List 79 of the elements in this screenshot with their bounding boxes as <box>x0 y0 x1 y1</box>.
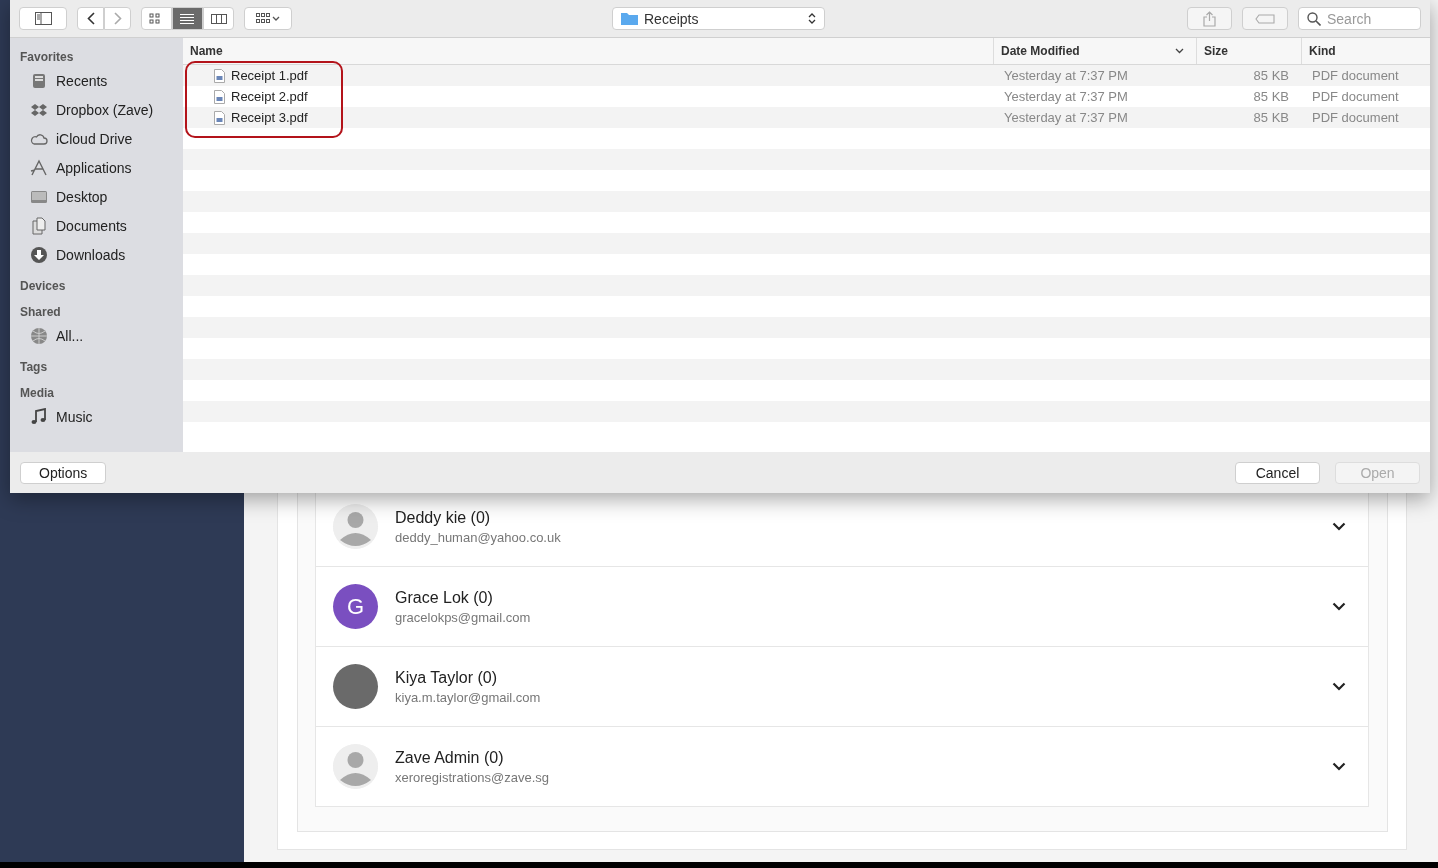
file-name: Receipt 3.pdf <box>231 110 308 125</box>
share-icon <box>1203 10 1216 27</box>
sidebar-item[interactable]: All... <box>20 321 183 350</box>
chevron-down-icon[interactable] <box>1332 522 1346 531</box>
file-size: 85 KB <box>1252 110 1290 125</box>
avatar: G <box>333 584 378 629</box>
sidebar-heading: Devices <box>20 278 67 293</box>
column-header[interactable]: Size <box>1196 38 1301 64</box>
dialog-button[interactable]: Cancel <box>1235 461 1320 484</box>
download-icon <box>30 245 48 264</box>
file-size: 85 KB <box>1252 68 1290 83</box>
sidebar-heading: Favorites <box>20 49 75 64</box>
documents-icon <box>30 216 48 235</box>
contact-email: xeroregistrations@zave.sg <box>395 769 551 785</box>
file-date: Yesterday at 7:37 PM <box>1003 68 1129 83</box>
arrange-button[interactable] <box>244 7 292 30</box>
file-row[interactable]: Receipt 1.pdf Yesterday at 7:37 PM 85 KB PDF document <box>183 65 1430 86</box>
compass-icon <box>30 158 48 177</box>
sidebar-item[interactable]: Dropbox (Zave) <box>20 95 183 124</box>
globe-icon <box>30 326 48 345</box>
pdf-file-icon <box>214 110 225 125</box>
updown-caret-icon <box>808 12 816 25</box>
sidebar-item[interactable]: iCloud Drive <box>20 124 183 153</box>
sidebar-heading: Tags <box>20 359 49 374</box>
view-mode-button[interactable] <box>203 7 234 30</box>
location-popup[interactable]: Receipts <box>612 7 825 30</box>
file-name: Receipt 1.pdf <box>231 68 308 83</box>
sidebar-item[interactable]: Downloads <box>20 240 183 269</box>
chevron-right-icon <box>113 12 122 25</box>
chevron-down-icon[interactable] <box>1332 762 1346 771</box>
file-kind: PDF document <box>1311 68 1400 83</box>
column-header[interactable]: Name <box>183 38 993 64</box>
music-note-icon <box>30 407 48 426</box>
sidebar-heading: Media <box>20 385 55 400</box>
view-mode-button[interactable] <box>172 7 203 30</box>
tag-icon <box>1255 13 1275 24</box>
file-date: Yesterday at 7:37 PM <box>1003 89 1129 104</box>
contact-email: kiya.m.taylor@gmail.com <box>395 689 542 705</box>
photo-placeholder <box>333 664 378 709</box>
column-header[interactable]: Date Modified <box>993 38 1196 64</box>
file-row[interactable]: Receipt 3.pdf Yesterday at 7:37 PM 85 KB PDF document <box>183 107 1430 128</box>
sidebar-icon <box>34 12 52 25</box>
file-kind: PDF document <box>1311 89 1400 104</box>
list-view-icon <box>179 12 196 25</box>
contact-name: Kiya Taylor (0) <box>395 668 498 687</box>
sidebar-item[interactable]: Recents <box>20 66 183 95</box>
contact-email: deddy_human@yahoo.co.uk <box>395 529 562 545</box>
view-mode-button[interactable] <box>141 7 172 30</box>
folder-icon <box>621 12 638 25</box>
chevron-down-icon[interactable] <box>1332 682 1346 691</box>
contact-row[interactable]: Zave Admin (0) xeroregistrations@zave.sg <box>315 727 1369 807</box>
file-row[interactable]: Receipt 2.pdf Yesterday at 7:37 PM 85 KB PDF document <box>183 86 1430 107</box>
contact-name: Zave Admin (0) <box>395 748 505 767</box>
sidebar-item[interactable]: Applications <box>20 153 183 182</box>
search-field[interactable]: Search <box>1298 7 1421 30</box>
chevron-left-icon <box>86 12 95 25</box>
file-name: Receipt 2.pdf <box>231 89 308 104</box>
pdf-file-icon <box>214 68 225 83</box>
options-button[interactable]: Options <box>20 461 107 484</box>
column-view-icon <box>210 12 227 25</box>
pdf-file-icon <box>214 89 225 104</box>
contact-name: Deddy kie (0) <box>395 508 492 527</box>
contact-email: gracelokps@gmail.com <box>395 609 532 625</box>
sidebar-item[interactable]: Music <box>20 402 183 431</box>
tray-icon <box>30 71 48 90</box>
contact-name: Grace Lok (0) <box>395 588 494 607</box>
column-header[interactable]: Kind <box>1301 38 1430 64</box>
contact-row[interactable]: G Grace Lok (0) gracelokps@gmail.com <box>315 567 1369 647</box>
sidebar-item[interactable]: Documents <box>20 211 183 240</box>
sidebar-toggle-button[interactable] <box>19 7 67 30</box>
back-button[interactable] <box>77 7 104 30</box>
file-date: Yesterday at 7:37 PM <box>1003 110 1129 125</box>
file-size: 85 KB <box>1252 89 1290 104</box>
grid-caret-icon <box>256 13 280 24</box>
file-kind: PDF document <box>1311 110 1400 125</box>
contact-row[interactable]: Kiya Taylor (0) kiya.m.taylor@gmail.com <box>315 647 1369 727</box>
sidebar-item[interactable]: Desktop <box>20 182 183 211</box>
chevron-down-icon[interactable] <box>1332 602 1346 611</box>
sidebar-heading: Shared <box>20 304 62 319</box>
